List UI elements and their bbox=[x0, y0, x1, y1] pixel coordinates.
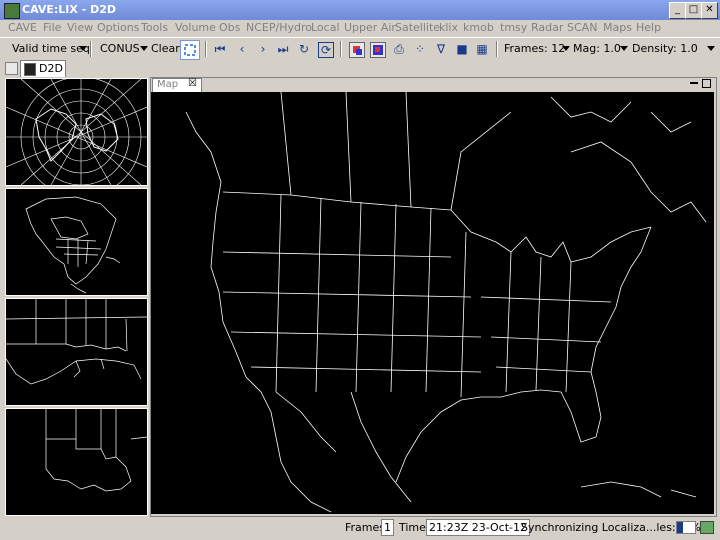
clear-button[interactable]: Clear bbox=[151, 42, 180, 55]
thumbnail-northern-hemisphere[interactable] bbox=[5, 78, 148, 186]
image-properties-icon[interactable] bbox=[370, 42, 386, 58]
four-panel-icon[interactable]: ▦ bbox=[475, 42, 489, 56]
tab-map[interactable]: Map ☒ bbox=[152, 78, 202, 93]
scale-dropdown[interactable]: CONUS bbox=[100, 42, 140, 55]
toolbar-separator bbox=[90, 41, 92, 57]
menu-help[interactable]: Help bbox=[636, 21, 661, 34]
menu-scan[interactable]: SCAN bbox=[567, 21, 597, 34]
thumbnail-gulf-coast[interactable] bbox=[5, 298, 148, 406]
close-button[interactable]: ✕ bbox=[701, 2, 718, 19]
loop-icon[interactable]: ↻ bbox=[297, 42, 311, 56]
toolbar-separator bbox=[205, 41, 207, 57]
menu-radar[interactable]: Radar bbox=[531, 21, 563, 34]
d2d-icon bbox=[24, 63, 36, 76]
menu-options[interactable]: Options bbox=[97, 21, 139, 34]
toolbar-separator bbox=[496, 41, 498, 57]
menu-klix[interactable]: klix bbox=[439, 21, 458, 34]
perspective-tab-strip bbox=[0, 59, 720, 77]
conus-map-outlines bbox=[185, 92, 707, 513]
menu-volume[interactable]: Volume bbox=[175, 21, 216, 34]
chevron-down-icon[interactable] bbox=[140, 46, 148, 51]
menu-ncep-hydro[interactable]: NCEP/Hydro bbox=[246, 21, 312, 34]
frames-dropdown[interactable]: Frames: 12 bbox=[504, 42, 565, 55]
close-icon[interactable]: ☒ bbox=[188, 78, 197, 89]
minimize-pane-icon[interactable] bbox=[690, 79, 698, 84]
menu-satellite[interactable]: Satellite bbox=[395, 21, 440, 34]
frames-status-value: 1 bbox=[381, 519, 394, 536]
title-bar: CAVE:LIX - D2D _ □ ✕ bbox=[0, 0, 720, 20]
tab-d2d[interactable]: D2D bbox=[20, 60, 66, 77]
tab-map-label: Map bbox=[157, 79, 179, 90]
window-title: CAVE:LIX - D2D bbox=[22, 3, 116, 16]
maximize-button[interactable]: □ bbox=[685, 2, 702, 19]
chevron-down-icon[interactable] bbox=[79, 46, 87, 51]
alert-status-icon[interactable] bbox=[700, 521, 714, 534]
zoom-extent-icon[interactable] bbox=[180, 40, 200, 60]
toolbar: Valid time seq CONUS Clear ⏮ ‹ › ⏭ ↻ ⟳ ⎙… bbox=[0, 37, 720, 60]
previous-frame-icon[interactable]: ‹ bbox=[235, 42, 249, 56]
refresh-icon[interactable]: ⟳ bbox=[318, 42, 334, 58]
density-dropdown[interactable]: Density: 1.0 bbox=[632, 42, 698, 55]
app-icon bbox=[4, 3, 20, 19]
time-status-value: 21:23Z 23-Oct-12 bbox=[426, 519, 530, 536]
menu-cave[interactable]: CAVE bbox=[8, 21, 37, 34]
progress-icon bbox=[676, 521, 696, 534]
menu-maps[interactable]: Maps bbox=[603, 21, 632, 34]
status-bar: Frames: 1 Time: 21:23Z 23-Oct-12 Synchro… bbox=[0, 517, 720, 540]
menu-tools[interactable]: Tools bbox=[141, 21, 168, 34]
tab-d2d-label: D2D bbox=[39, 62, 63, 75]
first-frame-icon[interactable]: ⏮ bbox=[213, 42, 227, 56]
magnification-dropdown[interactable]: Mag: 1.0 bbox=[573, 42, 621, 55]
baseline-tool-icon[interactable]: ∇ bbox=[434, 42, 448, 56]
menu-local[interactable]: Local bbox=[311, 21, 340, 34]
menu-bar: CAVE File View Options Tools Volume Obs … bbox=[0, 20, 720, 36]
menu-file[interactable]: File bbox=[43, 21, 61, 34]
single-panel-icon[interactable]: ■ bbox=[455, 42, 469, 56]
menu-obs[interactable]: Obs bbox=[219, 21, 240, 34]
minimize-button[interactable]: _ bbox=[669, 2, 686, 19]
chevron-down-icon[interactable] bbox=[562, 46, 570, 51]
menu-tmsy[interactable]: tmsy bbox=[500, 21, 527, 34]
menu-upper-air[interactable]: Upper Air bbox=[344, 21, 396, 34]
maximize-pane-icon[interactable] bbox=[702, 79, 711, 88]
points-icon[interactable]: ⁘ bbox=[413, 42, 427, 56]
last-frame-icon[interactable]: ⏭ bbox=[276, 42, 290, 56]
toolbar-separator bbox=[340, 41, 342, 57]
thumbnail-louisiana[interactable] bbox=[5, 408, 148, 516]
polar-grid bbox=[6, 79, 147, 185]
next-frame-icon[interactable]: › bbox=[256, 42, 270, 56]
chevron-down-icon[interactable] bbox=[707, 46, 715, 51]
menu-kmob[interactable]: kmob bbox=[463, 21, 494, 34]
layers-icon[interactable] bbox=[349, 42, 365, 58]
thumbnail-north-america[interactable] bbox=[5, 188, 148, 296]
map-canvas[interactable] bbox=[151, 92, 714, 514]
menu-view[interactable]: View bbox=[67, 21, 93, 34]
print-icon[interactable]: ⎙ bbox=[392, 42, 406, 56]
open-perspective-icon[interactable] bbox=[5, 62, 18, 75]
chevron-down-icon[interactable] bbox=[620, 46, 628, 51]
